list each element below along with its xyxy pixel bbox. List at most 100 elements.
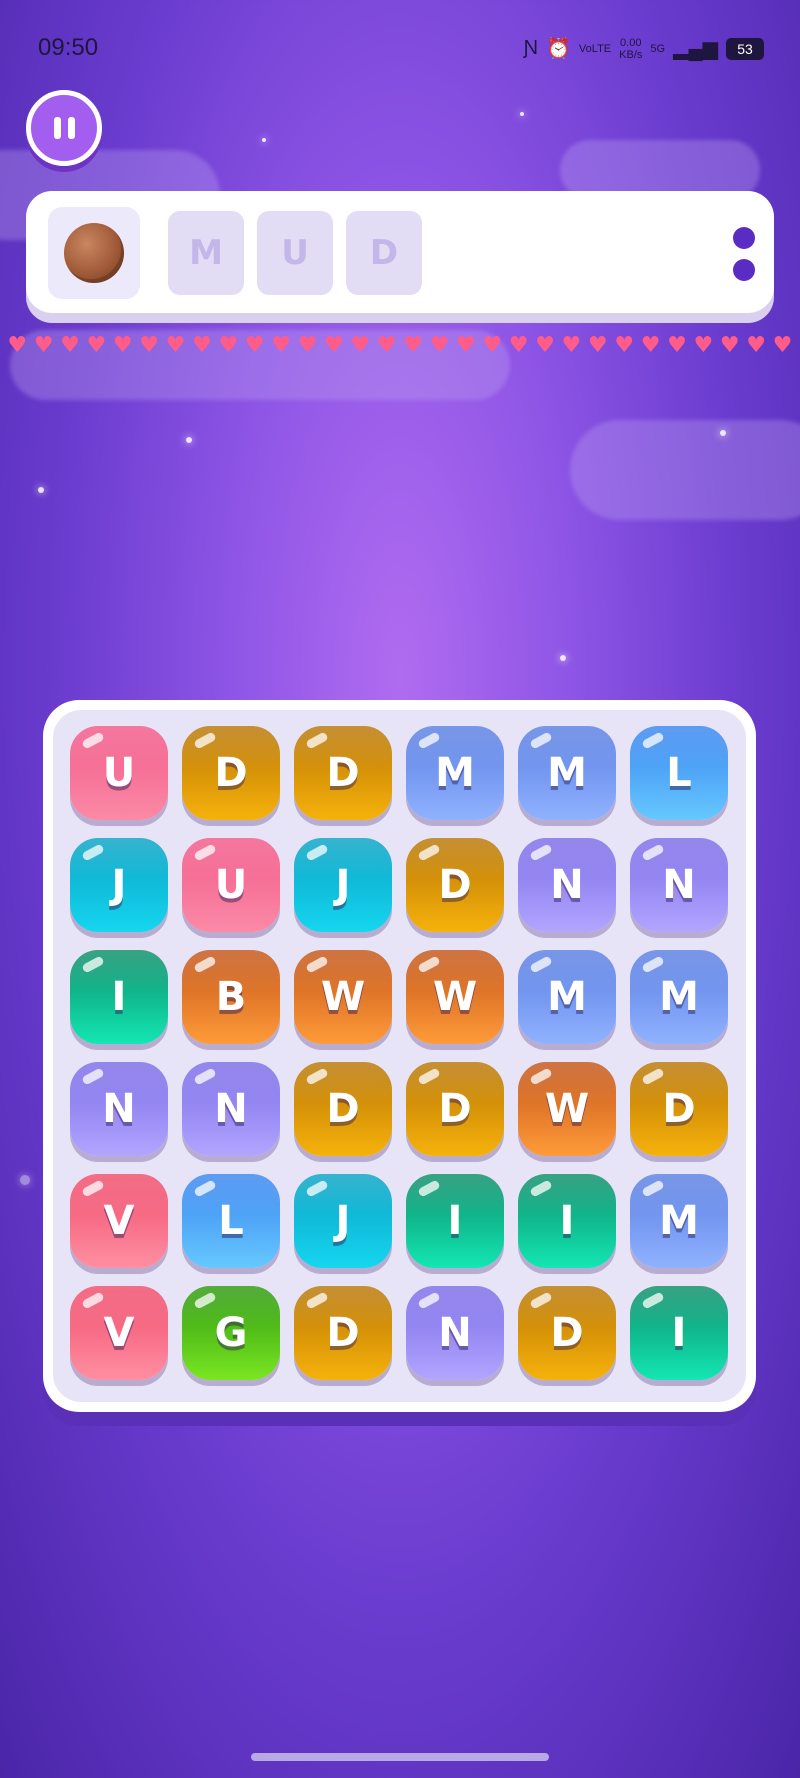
heart-icon: ♥ bbox=[324, 333, 344, 358]
letter-tile-label: I bbox=[559, 1198, 575, 1244]
heart-icon: ♥ bbox=[746, 333, 766, 358]
heart-icon: ♥ bbox=[587, 333, 608, 358]
letter-tile[interactable]: I bbox=[406, 1174, 504, 1268]
coin-icon bbox=[64, 223, 124, 283]
heart-icon: ♥ bbox=[640, 333, 661, 358]
heart-icon: ♥ bbox=[112, 333, 133, 358]
letter-tile[interactable]: L bbox=[182, 1174, 280, 1268]
signal-icon: ▂▄▆ bbox=[673, 38, 718, 60]
letter-tile[interactable]: D bbox=[294, 726, 392, 820]
letter-tile[interactable]: G bbox=[182, 1286, 280, 1380]
heart-icon: ♥ bbox=[218, 333, 239, 358]
heart-icon: ♥ bbox=[86, 333, 107, 358]
star-decoration bbox=[20, 1175, 30, 1185]
target-letter-2: U bbox=[257, 211, 333, 295]
letter-tile-label: U bbox=[214, 862, 248, 908]
letter-tile-label: M bbox=[547, 974, 587, 1020]
letter-tile[interactable]: M bbox=[406, 726, 504, 820]
letter-board: U D D M M L J U J D N N I B W W M M N N D D W D V L J I I M V G D N D I bbox=[43, 700, 756, 1412]
heart-icon: ♥ bbox=[60, 333, 80, 358]
letter-tile[interactable]: W bbox=[518, 1062, 616, 1156]
letter-tile[interactable]: J bbox=[70, 838, 168, 932]
letter-tile[interactable]: N bbox=[182, 1062, 280, 1156]
heart-icon: ♥ bbox=[429, 333, 450, 358]
star-decoration bbox=[520, 112, 524, 116]
data-speed-unit: KB/s bbox=[619, 48, 643, 61]
letter-tile[interactable]: M bbox=[518, 950, 616, 1044]
coin-slot bbox=[48, 207, 140, 299]
letter-tile-label: V bbox=[103, 1198, 135, 1244]
letter-tile[interactable]: I bbox=[70, 950, 168, 1044]
letter-tile-label: D bbox=[662, 1086, 696, 1132]
letter-tile[interactable]: D bbox=[518, 1286, 616, 1380]
letter-tile[interactable]: J bbox=[294, 1174, 392, 1268]
target-letter-1: M bbox=[168, 211, 244, 295]
two-dots-icon[interactable] bbox=[732, 227, 756, 281]
letter-tile[interactable]: N bbox=[630, 838, 728, 932]
letter-tile[interactable]: N bbox=[70, 1062, 168, 1156]
data-speed: 0.00 KB/s bbox=[619, 37, 642, 61]
heart-icon: ♥ bbox=[614, 333, 635, 358]
pause-icon bbox=[53, 117, 75, 139]
letter-tile-label: W bbox=[432, 974, 478, 1020]
status-icons: Ɲ ⏰ VoLTE 0.00 KB/s 5G ▂▄▆ 53 bbox=[524, 36, 764, 61]
star-decoration bbox=[720, 430, 726, 436]
heart-icon: ♥ bbox=[350, 333, 371, 358]
home-indicator[interactable] bbox=[251, 1753, 549, 1761]
heart-icon: ♥ bbox=[271, 333, 291, 358]
letter-tile[interactable]: V bbox=[70, 1174, 168, 1268]
heart-icon: ♥ bbox=[667, 333, 687, 358]
letter-tile[interactable]: D bbox=[630, 1062, 728, 1156]
letter-tile[interactable]: I bbox=[630, 1286, 728, 1380]
status-time: 09:50 bbox=[38, 34, 99, 61]
data-speed-value: 0.00 bbox=[620, 36, 642, 49]
network-label: VoLTE bbox=[578, 42, 612, 55]
letter-tile-label: M bbox=[547, 750, 587, 796]
letter-tile[interactable]: U bbox=[182, 838, 280, 932]
letter-tile[interactable]: D bbox=[294, 1062, 392, 1156]
letter-tile-label: D bbox=[438, 1086, 472, 1132]
letter-tile[interactable]: J bbox=[294, 838, 392, 932]
signal-label: 5G bbox=[650, 42, 666, 55]
heart-icon: ♥ bbox=[403, 333, 423, 358]
letter-tile-label: D bbox=[326, 750, 360, 796]
heart-icon: ♥ bbox=[508, 333, 529, 358]
letter-tile[interactable]: D bbox=[406, 838, 504, 932]
letter-tile-label: J bbox=[335, 862, 351, 908]
heart-icon: ♥ bbox=[139, 333, 160, 358]
letter-tile-label: U bbox=[102, 750, 136, 796]
letter-tile-label: G bbox=[214, 1310, 248, 1356]
letter-tile[interactable]: U bbox=[70, 726, 168, 820]
letter-tile[interactable]: N bbox=[406, 1286, 504, 1380]
letter-tile[interactable]: I bbox=[518, 1174, 616, 1268]
star-decoration bbox=[560, 655, 566, 661]
star-decoration bbox=[262, 138, 266, 142]
letter-tile[interactable]: M bbox=[630, 1174, 728, 1268]
letter-tile[interactable]: V bbox=[70, 1286, 168, 1380]
letter-tile-label: D bbox=[550, 1310, 584, 1356]
star-decoration bbox=[186, 437, 192, 443]
letter-tile-label: W bbox=[320, 974, 366, 1020]
heart-icon: ♥ bbox=[772, 333, 793, 358]
heart-icon: ♥ bbox=[244, 333, 265, 358]
letter-tile-label: W bbox=[544, 1086, 590, 1132]
letter-tile[interactable]: M bbox=[518, 726, 616, 820]
letter-tile[interactable]: W bbox=[406, 950, 504, 1044]
status-bar: 09:50 Ɲ ⏰ VoLTE 0.00 KB/s 5G ▂▄▆ 53 bbox=[0, 0, 800, 100]
heart-icon: ♥ bbox=[482, 333, 503, 358]
letter-tile[interactable]: D bbox=[182, 726, 280, 820]
heart-icon: ♥ bbox=[693, 333, 714, 358]
letter-tile-label: J bbox=[111, 862, 127, 908]
letter-tile[interactable]: W bbox=[294, 950, 392, 1044]
letter-tile-label: N bbox=[438, 1310, 472, 1356]
letter-tile-label: M bbox=[435, 750, 475, 796]
letter-tile[interactable]: B bbox=[182, 950, 280, 1044]
letter-tile[interactable]: D bbox=[406, 1062, 504, 1156]
heart-icon: ♥ bbox=[297, 333, 318, 358]
letter-tile[interactable]: D bbox=[294, 1286, 392, 1380]
letter-tile[interactable]: M bbox=[630, 950, 728, 1044]
heart-icon: ♥ bbox=[7, 333, 28, 358]
pause-button[interactable] bbox=[26, 90, 102, 166]
letter-tile[interactable]: L bbox=[630, 726, 728, 820]
letter-tile[interactable]: N bbox=[518, 838, 616, 932]
